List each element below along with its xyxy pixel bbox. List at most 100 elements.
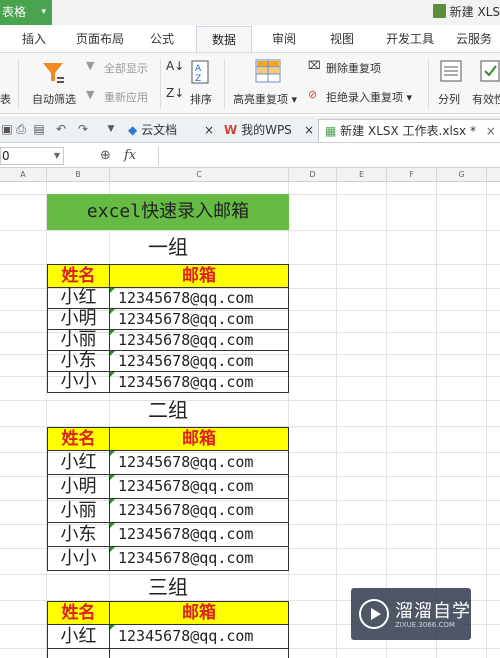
- save-icon[interactable]: ▣: [0, 122, 14, 136]
- name-cell[interactable]: 小东: [47, 522, 110, 547]
- mail-cell[interactable]: 12345678@qq.com: [109, 308, 289, 330]
- zoom-search-icon[interactable]: ⊕: [100, 148, 111, 163]
- column-header-f[interactable]: F: [387, 168, 437, 182]
- group-label-cell[interactable]: 二组: [47, 393, 289, 427]
- column-header-c[interactable]: C: [110, 168, 289, 182]
- mail-cell[interactable]: 12345678@qq.com: [109, 450, 289, 475]
- name-cell[interactable]: 小明: [47, 308, 110, 330]
- name-cell[interactable]: 小东: [47, 350, 110, 372]
- print-icon[interactable]: ⎙: [14, 122, 28, 136]
- split-columns-button[interactable]: 分列: [438, 91, 460, 107]
- svg-text:Z: Z: [195, 74, 201, 84]
- name-cell[interactable]: 小小: [47, 371, 110, 393]
- mail-cell[interactable]: 12345678@qq.com: [109, 522, 289, 547]
- reject-duplicates-button[interactable]: 拒绝录入重复项 ▾: [326, 89, 412, 105]
- name-cell[interactable]: 小红: [47, 624, 110, 649]
- cell-error-indicator-icon: [110, 309, 115, 314]
- name-cell[interactable]: 小红: [47, 287, 110, 309]
- formula-input[interactable]: [158, 146, 500, 166]
- mail-cell[interactable]: 12345678@qq.com: [109, 546, 289, 571]
- mail-cell[interactable]: 12345678@qq.com: [109, 498, 289, 523]
- header-mail-cell[interactable]: 邮箱: [109, 427, 289, 451]
- sheet-grid[interactable]: excel快速录入邮箱 一组 姓名 邮箱 小红 12345678@qq.com …: [0, 182, 500, 658]
- column-header-b[interactable]: B: [47, 168, 110, 182]
- reapply-button[interactable]: 重新应用: [104, 89, 148, 105]
- document-tab-bar: ▣ ⎙ ▤ ↶ ↷ ▼ ◆ 云文档 × W 我的WPS × ▦ 新建 XLSX …: [0, 116, 500, 143]
- group-label-cell[interactable]: 一组: [47, 230, 289, 264]
- redo-icon[interactable]: ↷: [76, 122, 90, 136]
- tab-review[interactable]: 审阅: [262, 26, 306, 52]
- close-tab-icon[interactable]: ×: [486, 124, 496, 138]
- name-cell[interactable]: 小小: [47, 546, 110, 571]
- highlight-duplicates-button[interactable]: 高亮重复项 ▾: [233, 91, 297, 107]
- formula-bar: 0 ▼ ⊕ fx: [0, 144, 500, 168]
- sort-descending-icon[interactable]: Z↓: [166, 86, 184, 100]
- wps-logo-icon: W: [224, 123, 238, 137]
- mail-text: 12345678@qq.com: [118, 477, 254, 495]
- column-header-g[interactable]: G: [437, 168, 487, 182]
- sort-button[interactable]: 排序: [190, 91, 212, 107]
- mail-text: 12345678@qq.com: [118, 549, 254, 567]
- header-name-cell[interactable]: 姓名: [47, 601, 110, 625]
- close-tab-icon[interactable]: ×: [304, 119, 314, 142]
- tab-page-layout[interactable]: 页面布局: [68, 26, 132, 52]
- show-all-button[interactable]: 全部显示: [104, 60, 148, 76]
- ribbon-cut-label[interactable]: 表: [0, 91, 11, 107]
- quick-access-dropdown-icon[interactable]: ▼: [104, 122, 118, 136]
- ribbon-divider: [428, 59, 429, 109]
- name-box[interactable]: 0 ▼: [0, 147, 64, 165]
- print-preview-icon[interactable]: ▤: [32, 122, 46, 136]
- tab-cloud-docs[interactable]: ◆ 云文档: [128, 119, 177, 142]
- close-tab-icon[interactable]: ×: [204, 119, 214, 142]
- ribbon-divider: [224, 59, 225, 109]
- mail-cell[interactable]: 12345678@qq.com: [109, 371, 289, 393]
- header-name-cell[interactable]: 姓名: [47, 427, 110, 451]
- name-box-value: 0: [2, 149, 10, 163]
- validity-button[interactable]: 有效性: [472, 91, 500, 107]
- column-header-e[interactable]: E: [337, 168, 387, 182]
- spreadsheet-icon: ▦: [325, 124, 337, 138]
- delete-duplicates-button[interactable]: 删除重复项: [326, 60, 381, 76]
- reject-duplicates-label: 拒绝录入重复项: [326, 91, 403, 104]
- column-header-d[interactable]: D: [289, 168, 337, 182]
- menu-bar: 插入 页面布局 公式 数据 审阅 视图 开发工具 云服务: [0, 26, 500, 52]
- active-workbook-label: 新建 XLSX 工作表.xlsx *: [340, 124, 476, 138]
- header-mail-cell[interactable]: 邮箱: [109, 601, 289, 625]
- header-name-cell[interactable]: 姓名: [47, 264, 110, 288]
- next-row-cell[interactable]: [109, 648, 289, 658]
- header-mail-cell[interactable]: 邮箱: [109, 264, 289, 288]
- my-wps-label: 我的WPS: [241, 123, 292, 137]
- sheet-title-cell[interactable]: excel快速录入邮箱: [47, 194, 289, 230]
- cell-error-indicator-icon: [110, 523, 115, 528]
- name-cell[interactable]: 小丽: [47, 329, 110, 351]
- name-cell[interactable]: 小红: [47, 450, 110, 475]
- mail-cell[interactable]: 12345678@qq.com: [109, 329, 289, 351]
- name-cell[interactable]: 小丽: [47, 498, 110, 523]
- tab-active-workbook[interactable]: ▦ 新建 XLSX 工作表.xlsx * ×: [318, 119, 500, 142]
- chevron-down-icon: ▼: [53, 151, 60, 160]
- mail-cell[interactable]: 12345678@qq.com: [109, 624, 289, 649]
- name-cell[interactable]: 小明: [47, 474, 110, 499]
- tab-cloud-service[interactable]: 云服务: [448, 26, 500, 52]
- ribbon-divider: [160, 59, 161, 109]
- tab-view[interactable]: 视图: [320, 26, 364, 52]
- function-icon[interactable]: fx: [124, 148, 136, 163]
- mail-cell[interactable]: 12345678@qq.com: [109, 350, 289, 372]
- tab-insert[interactable]: 插入: [12, 26, 56, 52]
- auto-filter-button[interactable]: 自动筛选: [32, 91, 76, 107]
- tab-formula[interactable]: 公式: [140, 26, 184, 52]
- app-menu-button[interactable]: 表格 ▾: [0, 0, 52, 25]
- group-label-cell[interactable]: 三组: [47, 574, 289, 600]
- chevron-down-icon: ▾: [41, 7, 46, 17]
- column-header-a[interactable]: A: [0, 168, 47, 182]
- next-row-cell[interactable]: [47, 648, 110, 658]
- tab-developer[interactable]: 开发工具: [378, 26, 442, 52]
- cloud-docs-label: 云文档: [141, 123, 178, 137]
- undo-icon[interactable]: ↶: [54, 122, 68, 136]
- mail-cell[interactable]: 12345678@qq.com: [109, 287, 289, 309]
- ribbon-toolbar: 表 自动筛选 ▼ 全部显示 ▼ 重新应用 A↓ Z↓ A Z 排序 高亮重复项 …: [0, 52, 500, 114]
- tab-data[interactable]: 数据: [196, 26, 252, 52]
- tab-my-wps[interactable]: W 我的WPS: [224, 119, 292, 142]
- sort-ascending-icon[interactable]: A↓: [166, 59, 184, 73]
- mail-cell[interactable]: 12345678@qq.com: [109, 474, 289, 499]
